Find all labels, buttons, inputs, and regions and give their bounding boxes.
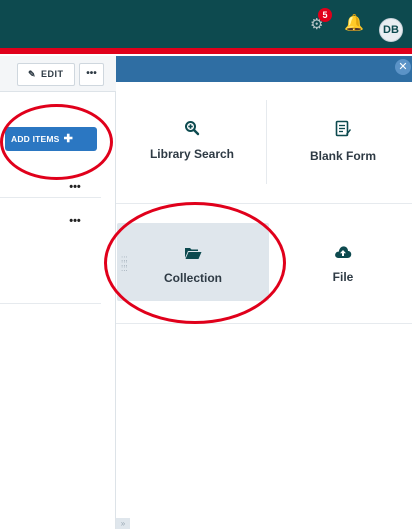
pencil-icon: ✎ bbox=[28, 69, 37, 79]
form-icon bbox=[283, 120, 403, 143]
file-label: File bbox=[332, 270, 354, 284]
file-tile[interactable]: File bbox=[283, 245, 403, 295]
accent-strip bbox=[0, 48, 412, 54]
bell-icon[interactable]: 🔔 bbox=[344, 15, 364, 33]
sidebar-toolbar: ✎ EDIT ••• bbox=[0, 56, 116, 92]
divider bbox=[116, 203, 412, 204]
row-more-button[interactable]: ••• bbox=[62, 216, 88, 232]
more-options-button[interactable]: ••• bbox=[79, 63, 104, 86]
divider bbox=[266, 100, 267, 184]
highlight-circle-collection bbox=[104, 202, 286, 324]
divider bbox=[0, 303, 101, 304]
blank-form-tile[interactable]: Blank Form bbox=[283, 120, 403, 170]
search-plus-icon bbox=[132, 120, 252, 141]
highlight-circle-add-items bbox=[0, 104, 113, 180]
row-more-button[interactable]: ••• bbox=[62, 182, 88, 198]
library-search-label: Library Search bbox=[149, 147, 235, 161]
close-icon[interactable]: ✕ bbox=[395, 59, 411, 75]
edit-button[interactable]: ✎ EDIT bbox=[17, 63, 75, 86]
library-search-tile[interactable]: Library Search bbox=[132, 120, 252, 170]
edit-button-label: EDIT bbox=[41, 69, 64, 79]
cloud-upload-icon bbox=[283, 245, 403, 264]
notification-badge: 5 bbox=[318, 8, 332, 22]
divider bbox=[116, 323, 412, 324]
avatar[interactable]: DB bbox=[379, 18, 403, 42]
blank-form-label: Blank Form bbox=[309, 149, 376, 163]
expand-icon[interactable]: » bbox=[116, 518, 130, 529]
